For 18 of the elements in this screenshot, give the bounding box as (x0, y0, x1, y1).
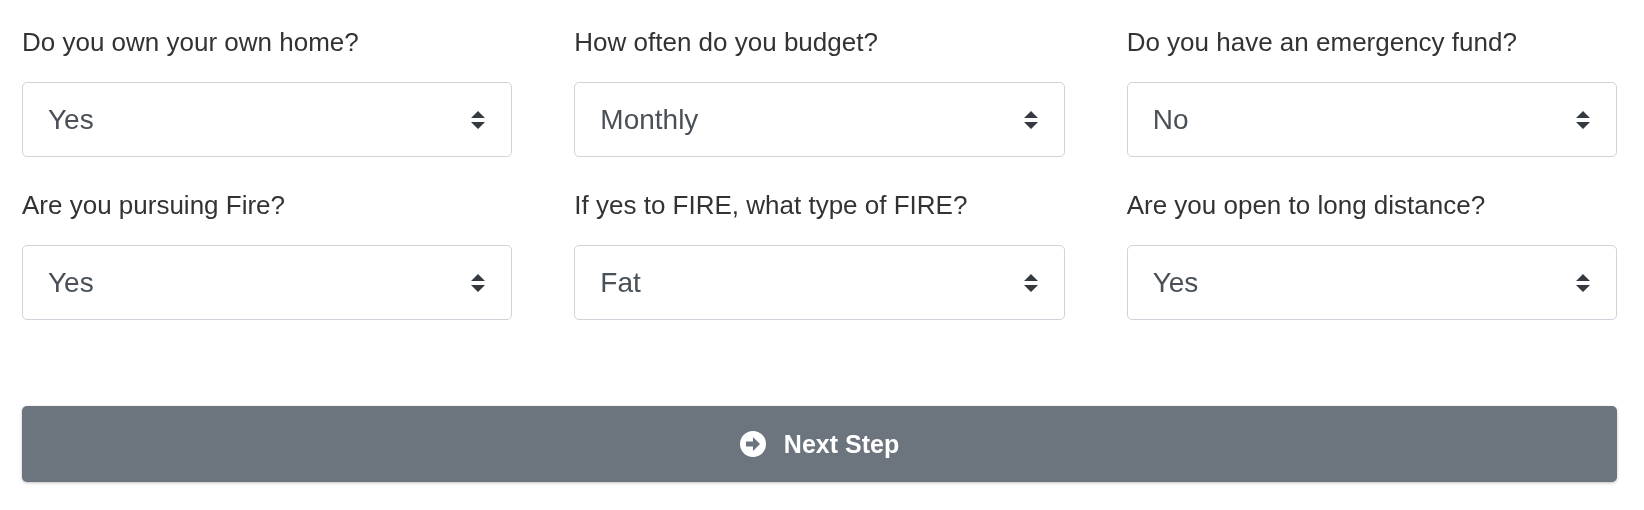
field-label: Do you own your own home? (22, 26, 360, 59)
next-step-button[interactable]: Next Step (22, 406, 1617, 482)
sort-caret-icon (1574, 271, 1592, 294)
field-label: Are you open to long distance? (1126, 189, 1487, 222)
select-field[interactable]: Monthly (574, 82, 1065, 157)
select-field[interactable]: Yes (22, 245, 513, 320)
field-label: If yes to FIRE, what type of FIRE? (574, 189, 969, 222)
sort-caret-icon (469, 108, 488, 131)
arrow-circle-icon (739, 431, 766, 457)
select-field[interactable]: Fat (574, 245, 1065, 320)
select-field[interactable]: Yes (1126, 245, 1617, 320)
select-field[interactable]: No (1126, 82, 1617, 157)
field-label: Are you pursuing Fire? (22, 189, 287, 222)
sort-caret-icon (469, 271, 488, 294)
select-field[interactable]: Yes (22, 82, 513, 157)
field-label: How often do you budget? (574, 26, 879, 59)
field-label: Do you have an emergency fund? (1126, 26, 1518, 59)
sort-caret-icon (1574, 108, 1592, 131)
